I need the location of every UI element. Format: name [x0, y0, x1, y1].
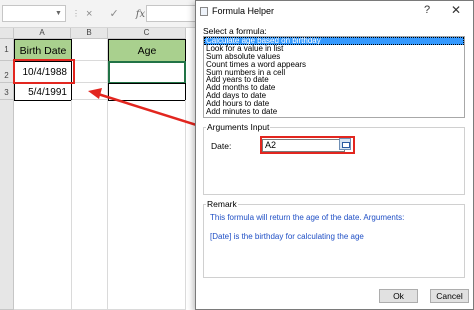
ok-button[interactable]: Ok [379, 289, 418, 303]
remark-text-1: This formula will return the age of the … [210, 213, 405, 222]
insert-function-icon[interactable]: fx [136, 9, 145, 20]
dialog-title: Formula Helper [212, 6, 275, 16]
row-header-1[interactable]: 1 [0, 39, 14, 61]
remark-text-2: [Date] is the birthday for calculating t… [210, 232, 364, 241]
formula-bar-grip: ⋮ [72, 9, 80, 18]
enter-icon[interactable]: ✓ [110, 7, 119, 20]
dialog-titlebar[interactable]: Formula Helper ? ✕ [196, 1, 473, 23]
column-b-empty [72, 100, 108, 310]
formula-helper-dialog: Formula Helper ? ✕ Select a formula: Cal… [195, 0, 474, 310]
date-input[interactable]: A2 [262, 139, 345, 152]
name-box[interactable]: ▼ [2, 5, 66, 22]
row-header-empty [0, 100, 14, 310]
cell-c2[interactable] [108, 61, 186, 84]
app-icon [200, 7, 208, 16]
column-header-a[interactable]: A [14, 28, 71, 39]
help-icon[interactable]: ? [424, 4, 430, 16]
remark-title: Remark [206, 199, 238, 209]
cell-b3[interactable] [72, 83, 108, 100]
column-a-empty [14, 100, 72, 310]
cell-a3[interactable]: 5/4/1991 [14, 83, 72, 101]
formula-list-item[interactable]: Add minutes to date [204, 108, 464, 116]
arguments-title: Arguments Input [206, 122, 271, 132]
column-header-b[interactable]: B [71, 28, 108, 39]
row-header-3[interactable]: 3 [0, 83, 14, 100]
close-icon[interactable]: ✕ [451, 3, 461, 17]
date-label: Date: [211, 141, 232, 151]
column-header-c[interactable]: C [108, 28, 186, 39]
cell-c3[interactable] [108, 83, 186, 101]
range-select-icon[interactable] [339, 138, 351, 150]
column-c-empty [108, 100, 186, 310]
cell-b1[interactable] [72, 39, 108, 61]
formula-list[interactable]: Calculate age based on birthday Look for… [203, 36, 465, 118]
cancel-icon[interactable]: × [86, 8, 92, 20]
select-formula-label: Select a formula: [203, 26, 267, 36]
cancel-button[interactable]: Cancel [430, 289, 469, 303]
chevron-down-icon[interactable]: ▼ [55, 10, 62, 17]
cell-b2[interactable] [72, 61, 108, 83]
highlight-box-a2 [13, 59, 75, 84]
select-all-corner[interactable] [0, 28, 14, 39]
cell-c1[interactable]: Age [108, 39, 186, 62]
row-header-2[interactable]: 2 [0, 61, 14, 83]
